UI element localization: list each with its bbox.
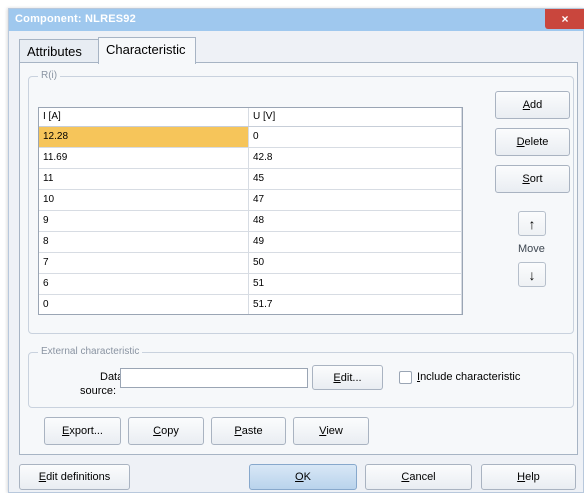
tab-attributes[interactable]: Attributes (19, 39, 99, 63)
cell-voltage[interactable]: 49 (249, 232, 462, 252)
cell-current[interactable]: 11.69 (39, 148, 249, 168)
table-row[interactable]: 6 51 (39, 274, 462, 295)
arrow-up-icon: ↑ (528, 215, 536, 232)
table-row[interactable]: 12.28 0 (39, 127, 462, 148)
cell-voltage[interactable]: 48 (249, 211, 462, 231)
table-row[interactable]: 11.69 42.8 (39, 148, 462, 169)
table-row[interactable]: 10 47 (39, 190, 462, 211)
delete-button[interactable]: Delete (495, 128, 570, 156)
include-characteristic-label[interactable]: Include characteristic (417, 371, 520, 383)
table-header: I [A] U [V] (39, 108, 462, 127)
cell-current[interactable]: 12.28 (39, 127, 249, 147)
add-button[interactable]: Add (495, 91, 570, 119)
close-button[interactable]: × (545, 9, 584, 29)
column-header-voltage[interactable]: U [V] (249, 108, 462, 126)
cell-voltage[interactable]: 50 (249, 253, 462, 273)
tab-label: Attributes (27, 44, 82, 59)
characteristic-panel: R(i) I [A] U [V] 12.28 0 11.69 42.8 11 45 10 47… (19, 62, 578, 455)
data-source-label-2: source: (80, 385, 117, 397)
arrow-down-icon: ↓ (528, 266, 536, 283)
window-title: Component: NLRES92 (15, 13, 136, 25)
external-group-label: External characteristic (38, 346, 143, 357)
ok-button[interactable]: OK (249, 464, 357, 490)
cell-current[interactable]: 7 (39, 253, 249, 273)
move-up-button[interactable]: ↑ (518, 211, 546, 236)
cell-current[interactable]: 0 (39, 295, 249, 314)
view-button[interactable]: View (293, 417, 369, 445)
cell-current[interactable]: 11 (39, 169, 249, 189)
sort-button[interactable]: Sort (495, 165, 570, 193)
title-bar: Component: NLRES92 × (9, 9, 584, 31)
cell-current[interactable]: 9 (39, 211, 249, 231)
help-button[interactable]: Help (481, 464, 576, 490)
move-down-button[interactable]: ↓ (518, 262, 546, 287)
table-row[interactable]: 11 45 (39, 169, 462, 190)
data-source-input[interactable] (120, 368, 308, 388)
cell-current[interactable]: 10 (39, 190, 249, 210)
table-row[interactable]: 7 50 (39, 253, 462, 274)
column-header-current[interactable]: I [A] (39, 108, 249, 126)
close-icon: × (561, 12, 569, 26)
cancel-button[interactable]: Cancel (365, 464, 472, 490)
move-label: Move (518, 243, 545, 255)
cell-voltage[interactable]: 51 (249, 274, 462, 294)
cell-voltage[interactable]: 0 (249, 127, 462, 147)
external-characteristic-group: External characteristic Data source: Edi… (28, 346, 574, 408)
characteristic-table[interactable]: I [A] U [V] 12.28 0 11.69 42.8 11 45 10 47 9 48 8 4… (38, 107, 463, 315)
cell-voltage[interactable]: 45 (249, 169, 462, 189)
cell-voltage[interactable]: 47 (249, 190, 462, 210)
include-characteristic-checkbox[interactable] (399, 371, 412, 384)
table-row[interactable]: 0 51.7 (39, 295, 462, 314)
table-body: 12.28 0 11.69 42.8 11 45 10 47 9 48 8 49 7 50 6 51 0 51.7 (39, 127, 462, 314)
export-button[interactable]: Export... (44, 417, 121, 445)
table-row[interactable]: 8 49 (39, 232, 462, 253)
table-row[interactable]: 9 48 (39, 211, 462, 232)
cell-current[interactable]: 8 (39, 232, 249, 252)
edit-definitions-button[interactable]: Edit definitions (19, 464, 130, 490)
tab-characteristic[interactable]: Characteristic (98, 37, 196, 64)
cell-current[interactable]: 6 (39, 274, 249, 294)
edit-source-button[interactable]: Edit... (312, 365, 383, 390)
cell-voltage[interactable]: 42.8 (249, 148, 462, 168)
tab-label: Characteristic (106, 42, 186, 57)
ri-group: R(i) I [A] U [V] 12.28 0 11.69 42.8 11 45 10 47… (28, 70, 574, 334)
paste-button[interactable]: Paste (211, 417, 286, 445)
component-dialog: Component: NLRES92 × Attributes Characte… (8, 8, 584, 493)
cell-voltage[interactable]: 51.7 (249, 295, 462, 314)
ri-group-label: R(i) (38, 70, 61, 81)
copy-button[interactable]: Copy (128, 417, 204, 445)
